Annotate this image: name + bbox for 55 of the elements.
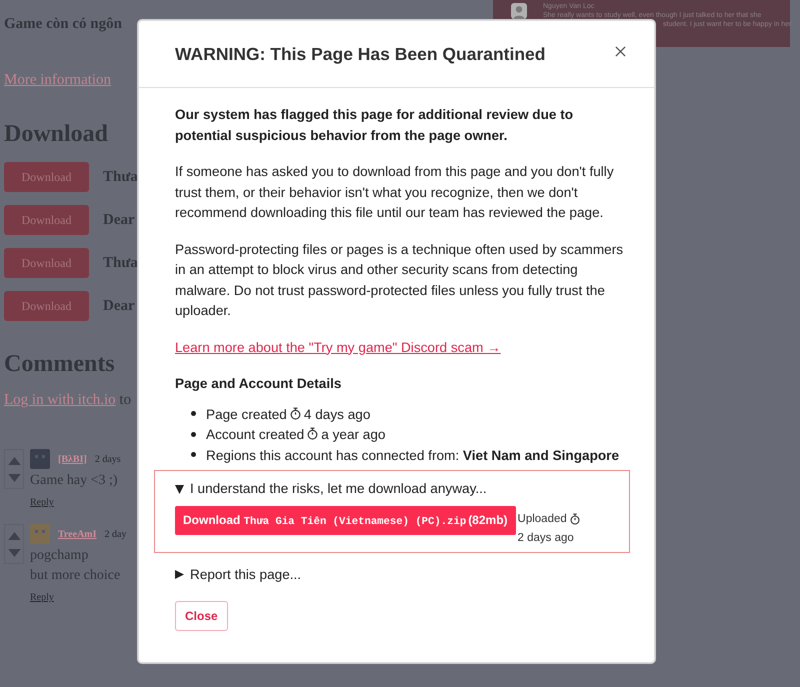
learn-more-link[interactable]: Learn more about the "Try my game" Discord scam → [175, 340, 501, 354]
disclosure-triangle-icon[interactable] [175, 484, 184, 494]
detail-text: Regions this account has connected from: Viet Nam and Singapore [206, 448, 620, 462]
upload-label: Uploaded [518, 512, 567, 526]
detail-time: 4 days ago [304, 406, 370, 422]
close-button[interactable]: Close [175, 601, 228, 631]
stopwatch-icon [290, 406, 301, 420]
dialog-title: WARNING: This Page Has Been Quarantined [175, 44, 546, 64]
download-button[interactable]: Download [4, 248, 89, 278]
game-title: Game còn có ngôn [4, 16, 123, 34]
bullet-icon [191, 452, 196, 458]
disclosure-summary[interactable]: Report this page... [190, 564, 302, 585]
stopwatch-icon [307, 427, 318, 440]
comment-text: pogchamp [30, 548, 90, 564]
comment-author[interactable]: [BλBI] [58, 454, 87, 464]
section-heading: Download [4, 121, 110, 148]
more-information-link[interactable]: More information [4, 72, 112, 89]
file-name: Thưa [103, 254, 138, 272]
warning-text: Password-protecting files or pages is a technique often used by scammers in an attempt to block virus and other security scans from detecting malware. Do not trust password-protected files unless you fully trust the uploader. [175, 240, 624, 320]
detail-text: Account created [206, 427, 304, 442]
avatar-icon [30, 524, 50, 544]
disclosure-triangle-icon[interactable] [175, 570, 184, 580]
upload-time: 2 days ago [518, 530, 574, 546]
close-icon[interactable] [615, 46, 626, 56]
download-button[interactable]: Download [4, 291, 89, 321]
stopwatch-icon [570, 513, 580, 525]
file-name: Thưa [103, 168, 138, 186]
login-link[interactable]: Log in with itch.io [4, 392, 116, 408]
detail-text: Page created [206, 406, 287, 422]
warning-text: If someone has asked you to download from this page and you don't fully trust them, or their behavior isn't what you recognize, then we don't recommend downloading this file until our team has reviewed the page. [175, 163, 615, 222]
download-button[interactable]: Download [4, 205, 89, 235]
details-heading: Page and Account Details [175, 375, 342, 393]
avatar-icon [30, 449, 50, 469]
detail-time: a year ago [321, 427, 386, 442]
comment-text: but more choice [30, 568, 122, 584]
disclosure-summary[interactable]: I understand the risks, let me download anyway... [190, 479, 487, 500]
comment-time: 2 day [104, 528, 126, 540]
comment-time: 2 days [94, 454, 121, 464]
bullet-icon [191, 411, 196, 416]
bullet-icon [191, 432, 196, 437]
avatar-icon [511, 3, 527, 19]
login-text: to [119, 392, 132, 408]
section-heading: Comments [4, 351, 116, 378]
downvote-icon[interactable] [8, 474, 20, 482]
comment-author[interactable]: TreeAmI [58, 528, 97, 540]
reply-link[interactable]: Reply [30, 592, 54, 603]
file-name: Dear [103, 298, 135, 314]
warning-text: Our system has flagged this page for additional review due to potential suspicious behavior from the page owner. [175, 106, 574, 145]
comment-text: Game hay <3 ;) [30, 473, 119, 489]
upvote-icon[interactable] [8, 532, 20, 540]
reply-link[interactable]: Reply [30, 497, 54, 508]
downvote-icon[interactable] [8, 548, 20, 556]
download-button[interactable]: Download [4, 162, 89, 192]
upvote-icon[interactable] [8, 456, 20, 464]
file-name: Dear [103, 212, 135, 228]
